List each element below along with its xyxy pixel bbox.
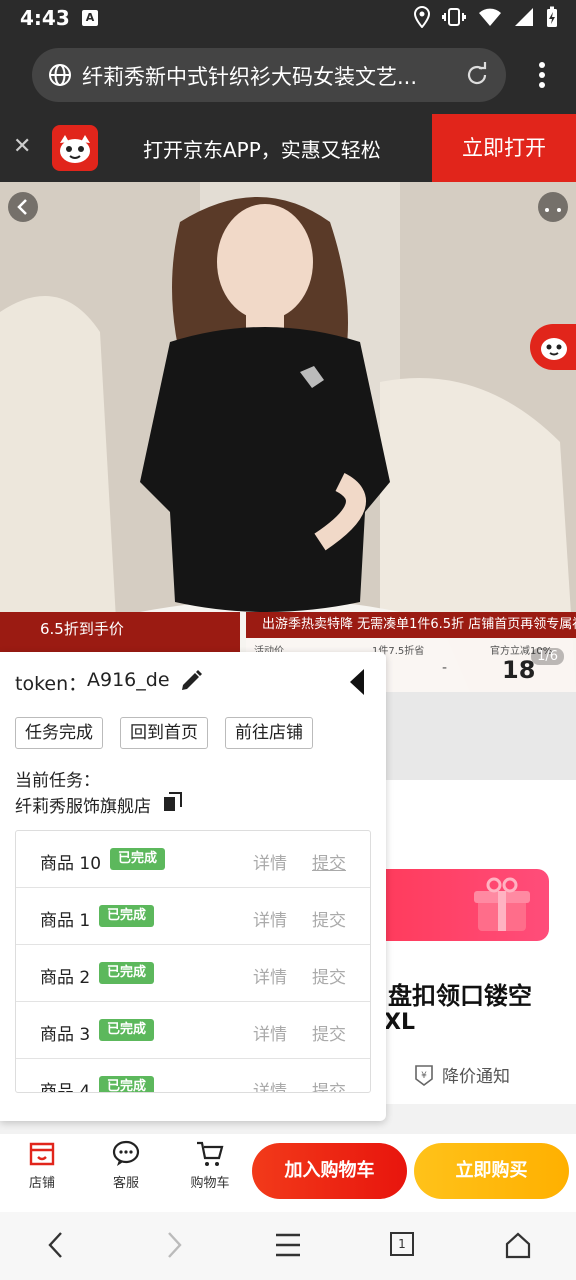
globe-icon bbox=[48, 63, 72, 91]
status-badge: 已完成 bbox=[99, 905, 155, 927]
discount-text: 6.5折到手价 bbox=[40, 620, 124, 638]
current-task-store: 纤莉秀服饰旗舰店 bbox=[15, 797, 151, 817]
status-badge: 已完成 bbox=[110, 848, 166, 870]
service-tab[interactable]: 客服 bbox=[96, 1140, 156, 1191]
token-label: token： bbox=[15, 673, 88, 695]
nav-home-icon[interactable] bbox=[504, 1230, 532, 1264]
go-store-button[interactable]: 前往店铺 bbox=[225, 717, 313, 749]
jd-float-logo[interactable] bbox=[530, 324, 576, 370]
notify-label: 降价通知 bbox=[442, 1067, 510, 1087]
copy-icon[interactable] bbox=[163, 792, 183, 816]
product-title-line2: XL bbox=[384, 1010, 415, 1035]
dash-text: - bbox=[442, 660, 448, 676]
task-complete-button[interactable]: 任务完成 bbox=[15, 717, 103, 749]
cart-label: 购物车 bbox=[190, 1176, 230, 1191]
browser-nav-bar: 1 bbox=[0, 1212, 576, 1280]
vibrate-icon bbox=[442, 7, 466, 31]
overflow-menu-icon[interactable] bbox=[538, 61, 546, 93]
nav-tabs-icon[interactable]: 1 bbox=[390, 1232, 414, 1256]
url-text[interactable]: 纤莉秀新中式针织衫大码女装文艺... bbox=[82, 61, 448, 91]
close-icon[interactable]: ✕ bbox=[13, 136, 31, 158]
status-badge: 已完成 bbox=[99, 962, 155, 984]
item-name: 商品 4 bbox=[40, 1082, 91, 1093]
item-name: 商品 1 bbox=[40, 911, 91, 931]
more-dots-icon bbox=[545, 208, 561, 212]
back-button[interactable] bbox=[8, 192, 38, 222]
price-value: 18 bbox=[502, 656, 536, 684]
wifi-icon bbox=[478, 7, 502, 31]
product-image-carousel[interactable]: 6.5折到手价 出游季热卖特降 无需凑单1件6.5折 店铺首页再领专属福利券 活… bbox=[0, 182, 576, 692]
list-item: 商品 10 已完成 详情 提交 bbox=[16, 831, 370, 888]
add-to-cart-button[interactable]: 加入购物车 bbox=[252, 1143, 407, 1199]
cart-tab[interactable]: 购物车 bbox=[180, 1140, 240, 1191]
chevron-left-icon bbox=[17, 199, 27, 215]
submit-link[interactable]: 提交 bbox=[312, 1020, 346, 1045]
buy-now-button[interactable]: 立即购买 bbox=[414, 1143, 569, 1199]
task-panel: token： A916_de 任务完成 回到首页 前往店铺 当前任务： 纤莉秀服… bbox=[0, 652, 386, 1121]
store-label: 店铺 bbox=[28, 1176, 55, 1191]
nav-back-icon[interactable] bbox=[44, 1230, 68, 1264]
list-item: 商品 1 已完成 详情 提交 bbox=[16, 888, 370, 945]
price-tag-icon: ¥ bbox=[415, 1064, 433, 1086]
submit-link[interactable]: 提交 bbox=[312, 906, 346, 931]
gift-icon bbox=[470, 877, 534, 939]
nav-menu-icon[interactable] bbox=[274, 1230, 302, 1264]
detail-link[interactable]: 详情 bbox=[253, 906, 287, 931]
svg-text:¥: ¥ bbox=[421, 1071, 427, 1081]
app-notification-icon: A bbox=[82, 10, 98, 26]
signal-icon bbox=[514, 7, 534, 31]
collapse-triangle-icon[interactable] bbox=[348, 668, 366, 700]
back-home-button[interactable]: 回到首页 bbox=[120, 717, 208, 749]
store-tab[interactable]: 店铺 bbox=[12, 1140, 72, 1191]
app-download-banner: ✕ 打开京东APP，实惠又轻松 立即打开 bbox=[0, 114, 576, 182]
promo-tagline: 出游季热卖特降 无需凑单1件6.5折 店铺首页再领专属福利券 bbox=[246, 612, 576, 638]
submit-link[interactable]: 提交 bbox=[312, 1077, 346, 1092]
list-item: 商品 2 已完成 详情 提交 bbox=[16, 945, 370, 1002]
detail-link[interactable]: 详情 bbox=[253, 963, 287, 988]
edit-pencil-icon[interactable] bbox=[178, 668, 204, 698]
more-button[interactable] bbox=[538, 192, 568, 222]
battery-icon bbox=[546, 6, 558, 32]
status-bar: 4:43 A bbox=[0, 0, 576, 36]
current-task-label: 当前任务： bbox=[15, 771, 100, 791]
status-badge: 已完成 bbox=[99, 1076, 155, 1092]
cart-icon bbox=[197, 1141, 224, 1166]
reload-icon[interactable] bbox=[464, 62, 490, 92]
nav-forward-icon[interactable] bbox=[162, 1230, 186, 1264]
product-action-bar: 店铺 客服 购物车 加入购物车 立即购买 bbox=[0, 1134, 576, 1212]
token-value: A916_de bbox=[87, 669, 170, 691]
address-bar[interactable]: 纤莉秀新中式针织衫大码女装文艺... bbox=[32, 48, 506, 102]
task-item-list[interactable]: 商品 10 已完成 详情 提交 商品 1 已完成 详情 提交 商品 2 已完成 … bbox=[15, 830, 371, 1093]
status-time: 4:43 bbox=[20, 6, 70, 30]
item-name: 商品 10 bbox=[40, 854, 102, 874]
item-name: 商品 3 bbox=[40, 1025, 91, 1045]
product-title-line1: 盘扣领口镂空 bbox=[388, 982, 532, 1010]
detail-link[interactable]: 详情 bbox=[253, 849, 287, 874]
chat-icon bbox=[112, 1140, 140, 1166]
price-drop-notify[interactable]: ¥ 降价通知 bbox=[412, 1062, 510, 1087]
location-icon bbox=[413, 5, 431, 32]
list-item: 商品 4 已完成 详情 提交 bbox=[16, 1059, 370, 1093]
service-label: 客服 bbox=[112, 1176, 139, 1191]
submit-link[interactable]: 提交 bbox=[312, 963, 346, 988]
status-badge: 已完成 bbox=[99, 1019, 155, 1041]
jd-logo bbox=[52, 125, 98, 171]
submit-link[interactable]: 提交 bbox=[312, 849, 346, 874]
page-counter: 1/6 bbox=[531, 648, 564, 665]
banner-slogan: 打开京东APP，实惠又轻松 bbox=[143, 138, 381, 162]
detail-link[interactable]: 详情 bbox=[253, 1077, 287, 1092]
detail-link[interactable]: 详情 bbox=[253, 1020, 287, 1045]
browser-toolbar: 纤莉秀新中式针织衫大码女装文艺... bbox=[0, 36, 576, 114]
open-app-button[interactable]: 立即打开 bbox=[432, 114, 576, 182]
item-name: 商品 2 bbox=[40, 968, 91, 988]
list-item: 商品 3 已完成 详情 提交 bbox=[16, 1002, 370, 1059]
store-icon bbox=[29, 1142, 55, 1166]
